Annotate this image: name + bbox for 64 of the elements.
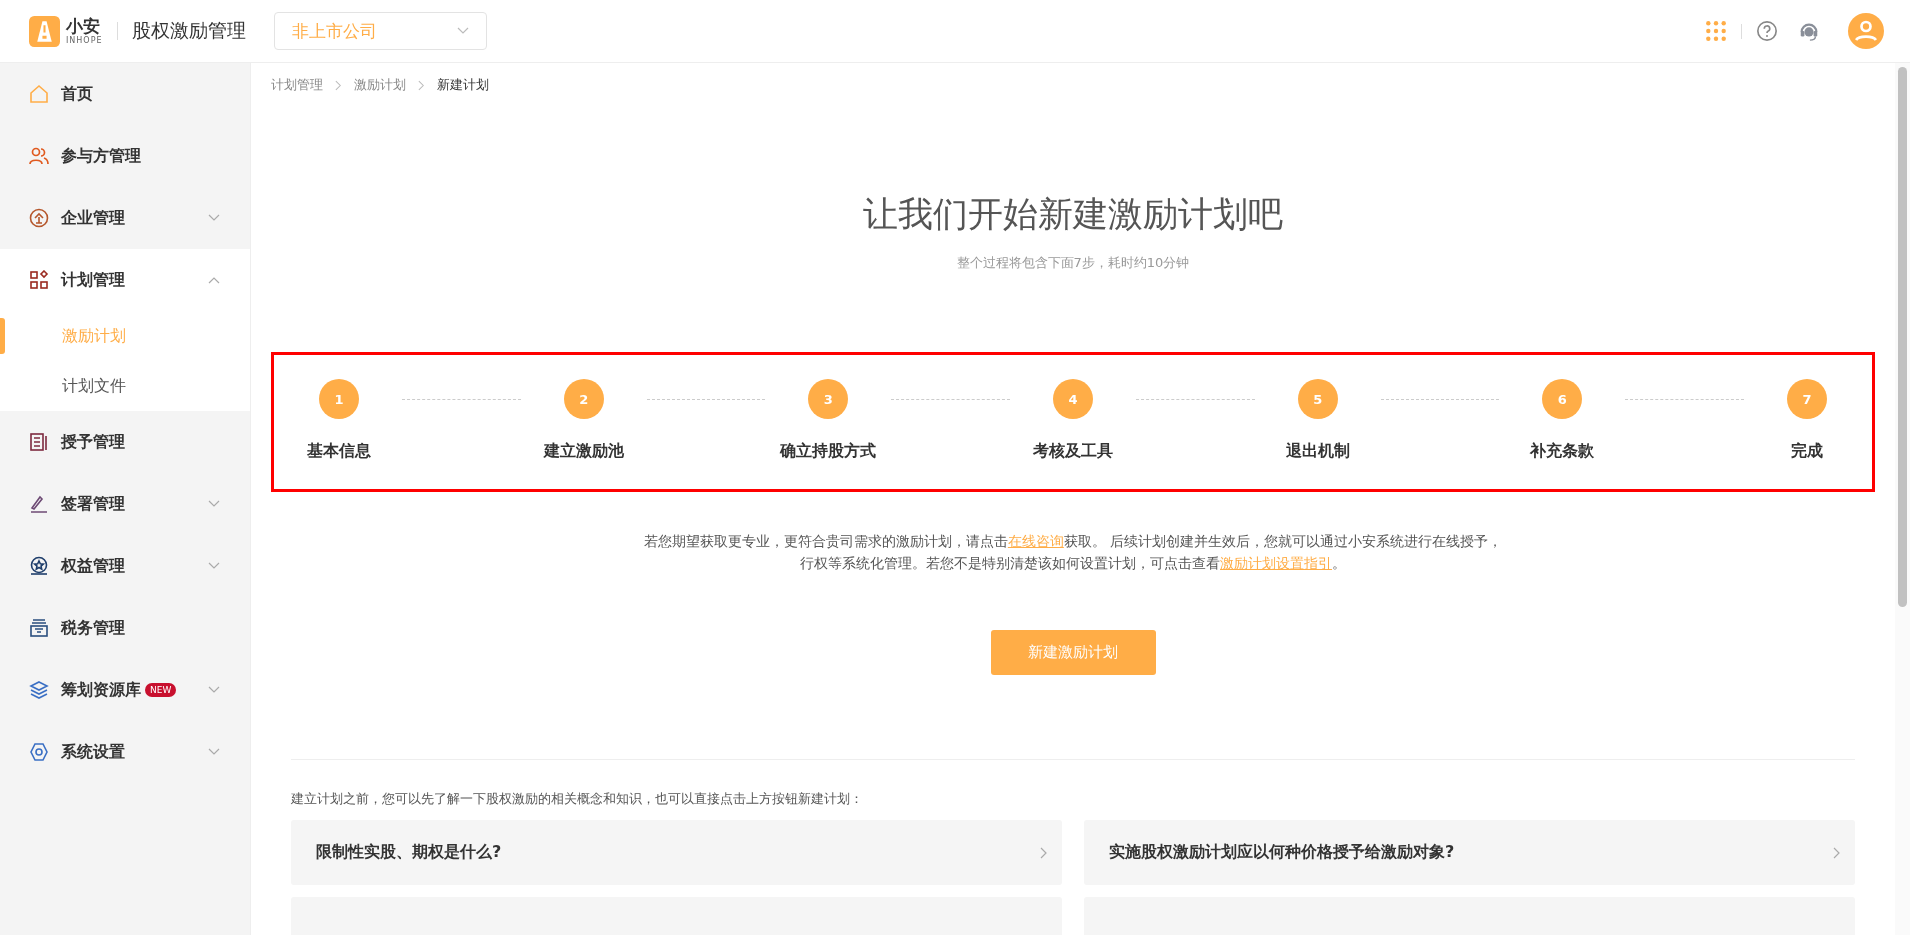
blocks-icon [29, 270, 49, 290]
step-number: 5 [1297, 379, 1338, 419]
hexagon-icon [29, 742, 49, 762]
breadcrumb-item[interactable]: 激励计划 [354, 76, 406, 94]
step-number: 2 [563, 379, 604, 419]
avatar-icon[interactable] [1848, 13, 1884, 49]
help-icon[interactable] [1756, 20, 1778, 42]
tax-icon [29, 618, 49, 638]
layers-icon [29, 680, 49, 700]
sidebar-item[interactable]: 税务管理 [0, 597, 250, 659]
faq-card[interactable]: 限制性实股、期权是什么? [291, 820, 1062, 885]
step-label: 考核及工具 [1033, 441, 1113, 462]
app-title: 股权激励管理 [131, 18, 246, 43]
chevron-down-icon [208, 500, 220, 508]
sidebar-item[interactable]: 系统设置 [0, 721, 250, 783]
scrollbar-thumb[interactable] [1898, 67, 1907, 607]
document-icon [29, 432, 49, 452]
step-label: 完成 [1791, 441, 1824, 462]
step-label: 退出机制 [1285, 441, 1350, 462]
chevron-right-icon [1833, 846, 1841, 859]
logo-text: 小安 [66, 17, 101, 35]
sidebar-item[interactable]: 筹划资源库 NEW [0, 659, 250, 721]
breadcrumb-item: 新建计划 [437, 76, 489, 94]
medal-icon [29, 556, 49, 576]
pen-icon [29, 494, 49, 514]
chevron-down-icon [208, 214, 220, 222]
step-number: 3 [808, 379, 849, 419]
step-label: 补充条款 [1530, 441, 1595, 462]
intro-text: 建立计划之前，您可以先了解一下股权激励的相关概念和知识，也可以直接点击上方按钮新建计划： [291, 790, 864, 808]
chevron-up-icon [208, 276, 220, 284]
sidebar-item[interactable]: 授予管理 [0, 411, 250, 473]
sidebar-subitem[interactable]: 计划文件 [0, 361, 250, 411]
step-label: 建立激励池 [543, 441, 624, 462]
notice-text: 若您期望获取更专业，更符合贵司需求的激励计划，请点击在线咨询获取。 后续计划创建并生效后，您就可以通过小安系统进行在线授予，行权等系统化管理。若您不是特别清楚该如何设置计划，可点击查看激励计划设置指引。 [643, 532, 1503, 573]
house-icon [29, 84, 49, 104]
chevron-right-icon [1040, 846, 1048, 859]
sidebar-item[interactable]: 首页 [0, 63, 250, 125]
step-number: 1 [319, 379, 359, 419]
sidebar-item[interactable]: 企业管理 [0, 187, 250, 249]
chevron-down-icon [456, 27, 469, 35]
apps-grid-icon[interactable] [1705, 20, 1727, 42]
chevron-right-icon [335, 79, 342, 91]
chevron-down-icon [208, 686, 220, 694]
sidebar-item[interactable]: 计划管理 [0, 249, 250, 311]
logo-icon [29, 15, 60, 47]
sidebar-item[interactable]: 参与方管理 [0, 125, 250, 187]
faq-card[interactable]: 实施股权激励计划应以何种价格授予给激励对象? [1084, 820, 1855, 885]
sidebar-item[interactable]: 权益管理 [0, 535, 250, 597]
sidebar-item[interactable]: 签署管理 [0, 473, 250, 535]
breadcrumb-item[interactable]: 计划管理 [271, 76, 323, 94]
step-label: 基本信息 [307, 441, 371, 462]
chevron-right-icon [418, 79, 425, 91]
new-badge: NEW [145, 683, 177, 697]
logo-subtext: INHOPE [66, 36, 103, 45]
enterprise-icon [29, 208, 49, 228]
page-title: 让我们开始新建激励计划吧 [862, 193, 1284, 236]
chevron-down-icon [208, 562, 220, 570]
chevron-down-icon [208, 748, 220, 756]
step-label: 确立持股方式 [780, 441, 877, 462]
step-number: 7 [1787, 379, 1828, 419]
step-number: 6 [1542, 379, 1583, 419]
page-subtitle: 整个过程将包含下面7步，耗时约10分钟 [955, 254, 1191, 272]
people-icon [29, 146, 49, 166]
step-number: 4 [1053, 379, 1093, 419]
